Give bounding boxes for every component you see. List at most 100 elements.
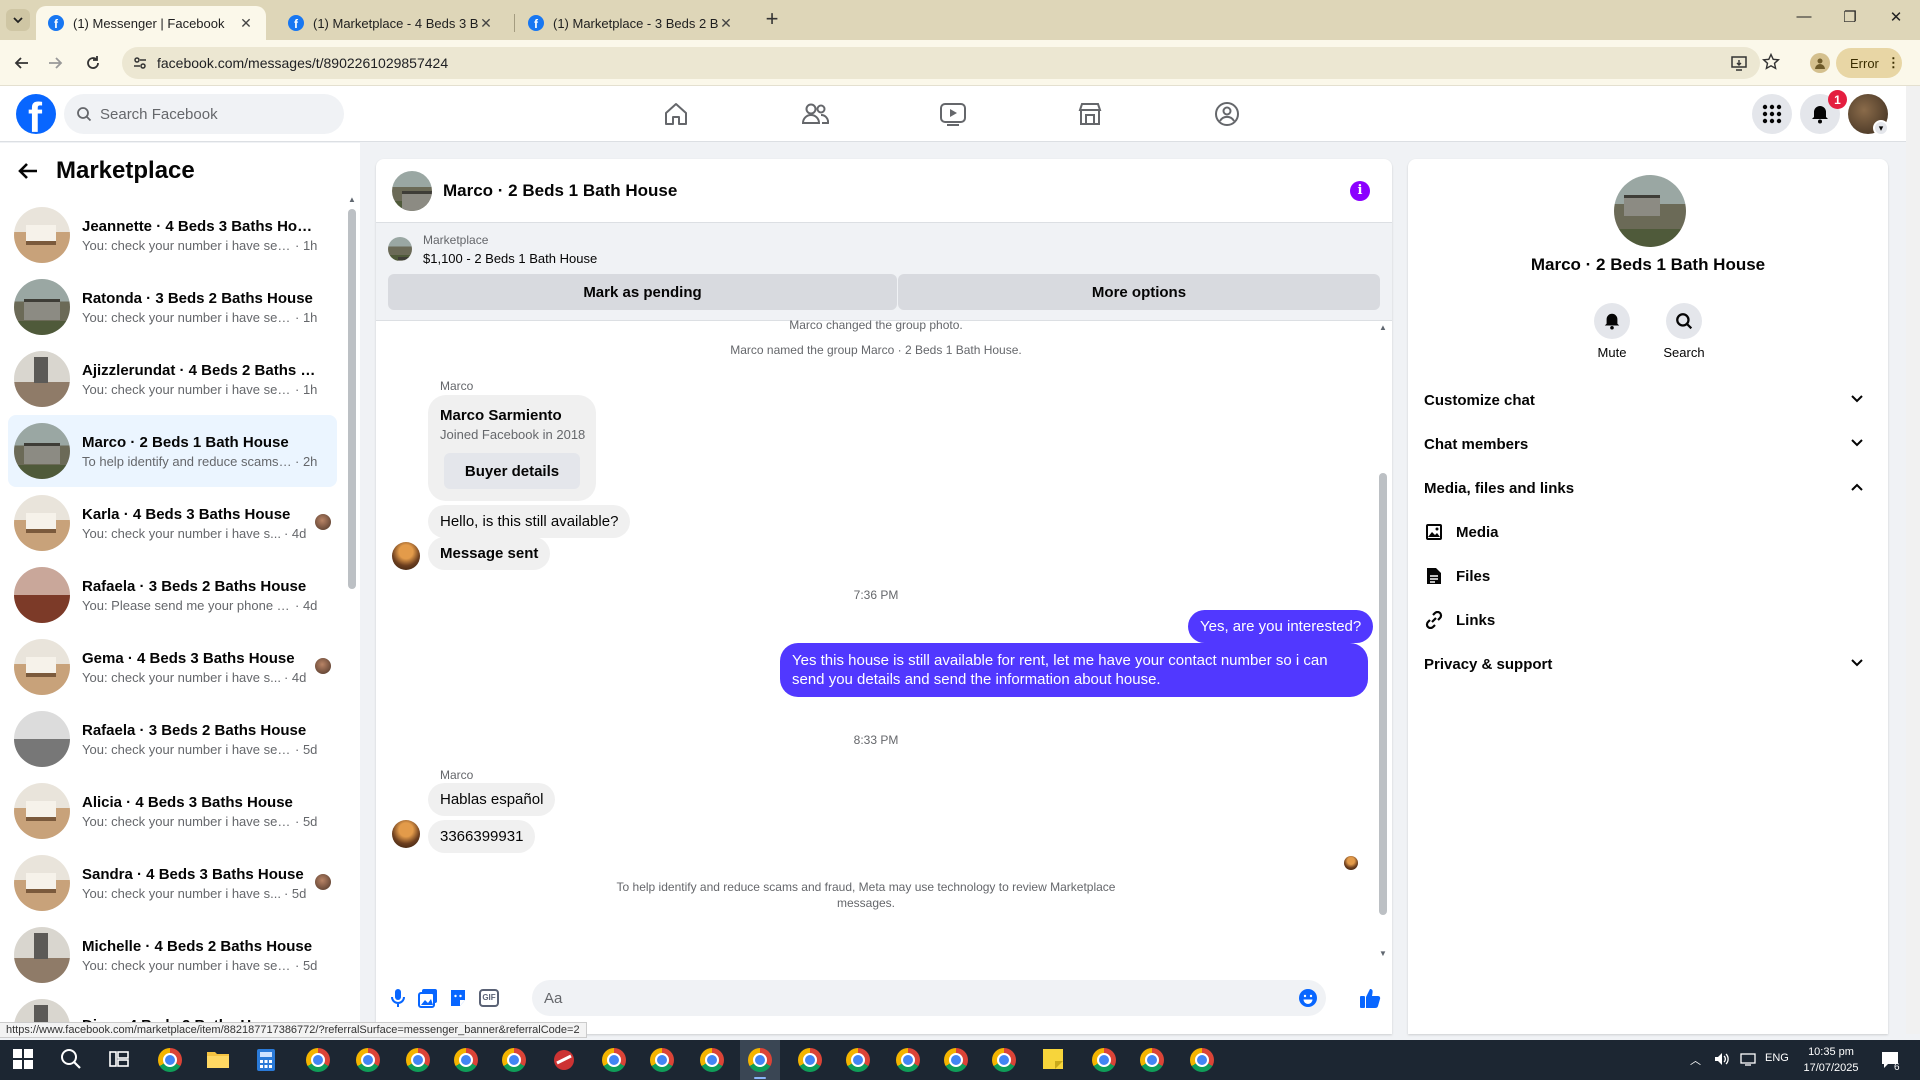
conversation-item[interactable]: Sandra · 4 Beds 3 Baths House You: check …	[8, 847, 337, 919]
conversation-item[interactable]: Rafaela · 3 Beds 2 Baths House You: Pleas…	[8, 559, 337, 631]
chrome-taskbar-icon[interactable]	[896, 1048, 920, 1072]
incoming-message[interactable]: 3366399931	[428, 820, 536, 853]
taskbar-clock[interactable]: 10:35 pm 17/07/2025	[1786, 1044, 1876, 1076]
nav-marketplace-icon[interactable]	[1074, 98, 1106, 130]
chrome-taskbar-icon[interactable]	[306, 1048, 330, 1072]
back-button[interactable]	[9, 50, 35, 76]
gif-icon[interactable]: GIF	[477, 986, 501, 1010]
sticker-icon[interactable]	[446, 986, 470, 1010]
page-scrollbar[interactable]	[1906, 86, 1920, 1034]
chrome-taskbar-icon[interactable]	[454, 1048, 478, 1072]
scroll-up-arrow-icon[interactable]: ▲	[1379, 323, 1387, 332]
nav-video-icon[interactable]	[937, 98, 969, 130]
files-item[interactable]: Files	[1424, 554, 1872, 598]
more-options-button[interactable]: More options	[898, 274, 1380, 310]
chrome-taskbar-icon[interactable]	[650, 1048, 674, 1072]
chrome-taskbar-icon[interactable]	[1092, 1048, 1116, 1072]
nav-gaming-icon[interactable]	[1211, 98, 1243, 130]
restore-button[interactable]: ❐	[1828, 8, 1872, 32]
chrome-taskbar-icon[interactable]	[356, 1048, 380, 1072]
bookmark-star-icon[interactable]	[1762, 53, 1780, 71]
conversation-item[interactable]: Gema · 4 Beds 3 Baths House You: check yo…	[8, 631, 337, 703]
conversation-avatar[interactable]	[1614, 175, 1686, 247]
browser-tab-marketplace-2[interactable]: f (1) Marketplace - 3 Beds 2 Bath ✕	[516, 6, 746, 40]
chrome-taskbar-icon[interactable]	[992, 1048, 1016, 1072]
volume-icon[interactable]	[1714, 1052, 1730, 1066]
conversation-list-scrollbar[interactable]	[348, 209, 356, 589]
privacy-support-section[interactable]: Privacy & support	[1424, 642, 1872, 686]
listing-title[interactable]: $1,100 - 2 Beds 1 Bath House	[423, 251, 597, 266]
close-window-button[interactable]: ✕	[1874, 8, 1918, 32]
nav-friends-icon[interactable]	[799, 98, 831, 130]
scroll-up-arrow-icon[interactable]: ▲	[348, 195, 356, 204]
emoji-icon[interactable]	[1298, 988, 1318, 1008]
tab-search-button[interactable]	[6, 9, 30, 31]
chrome-taskbar-icon[interactable]	[158, 1048, 182, 1072]
incoming-message[interactable]: Message sent	[428, 537, 551, 570]
chrome-taskbar-icon[interactable]	[502, 1048, 526, 1072]
incoming-message[interactable]: Hello, is this still available?	[428, 505, 631, 538]
menu-grid-button[interactable]	[1752, 94, 1792, 134]
photo-attach-icon[interactable]	[416, 986, 440, 1010]
thumbs-up-icon[interactable]	[1358, 986, 1382, 1010]
scrollbar-thumb[interactable]	[1379, 473, 1387, 915]
scroll-down-arrow-icon[interactable]: ▼	[1379, 949, 1387, 958]
file-explorer-icon[interactable]	[206, 1048, 230, 1072]
conversation-item[interactable]: Alicia · 4 Beds 3 Baths House You: check …	[8, 775, 337, 847]
mark-as-pending-button[interactable]: Mark as pending	[388, 274, 897, 310]
search-input[interactable]	[100, 105, 320, 123]
conversation-item[interactable]: Jeannette · 4 Beds 3 Baths House You: che…	[8, 199, 337, 271]
chrome-taskbar-icon[interactable]	[846, 1048, 870, 1072]
chat-title[interactable]: Marco · 2 Beds 1 Bath House	[443, 181, 677, 201]
search-conversation-button[interactable]: Search	[1654, 303, 1714, 360]
message-input[interactable]	[544, 989, 1284, 1007]
chrome-taskbar-icon[interactable]	[700, 1048, 724, 1072]
sticky-notes-icon[interactable]	[1042, 1048, 1066, 1072]
conversation-item[interactable]: Rafaela · 3 Beds 2 Baths House You: check…	[8, 703, 337, 775]
chrome-taskbar-icon[interactable]	[406, 1048, 430, 1072]
buyer-name[interactable]: Marco Sarmiento	[440, 407, 562, 424]
site-info-icon[interactable]	[132, 55, 148, 71]
tab-close-icon[interactable]: ✕	[478, 15, 494, 32]
conversation-item[interactable]: Michelle · 4 Beds 2 Baths House You: chec…	[8, 919, 337, 991]
microphone-icon[interactable]	[386, 986, 410, 1010]
tray-overflow-chevron-icon[interactable]: ︿	[1690, 1052, 1701, 1068]
chrome-taskbar-icon[interactable]	[1190, 1048, 1214, 1072]
outgoing-message[interactable]: Yes, are you interested?	[1188, 610, 1374, 643]
sender-avatar[interactable]	[392, 542, 420, 570]
network-icon[interactable]	[1740, 1052, 1756, 1066]
task-view-icon[interactable]	[108, 1048, 132, 1072]
browser-tab-messenger[interactable]: f (1) Messenger | Facebook ✕	[36, 6, 266, 40]
minimize-button[interactable]: —	[1782, 8, 1826, 32]
reload-button[interactable]	[80, 50, 106, 76]
links-item[interactable]: Links	[1424, 598, 1872, 642]
incoming-message[interactable]: Hablas español	[428, 783, 556, 816]
conversation-item[interactable]: Karla · 4 Beds 3 Baths House You: check y…	[8, 487, 337, 559]
chrome-taskbar-icon[interactable]	[748, 1048, 772, 1072]
forward-button[interactable]	[42, 50, 68, 76]
chat-members-section[interactable]: Chat members	[1424, 422, 1872, 466]
media-item[interactable]: Media	[1424, 510, 1872, 554]
message-input-field[interactable]	[532, 980, 1326, 1016]
outgoing-message[interactable]: Yes this house is still available for re…	[780, 643, 1368, 697]
back-arrow-icon[interactable]	[18, 162, 38, 180]
chrome-taskbar-icon[interactable]	[602, 1048, 626, 1072]
app-taskbar-icon[interactable]	[552, 1048, 576, 1072]
profile-icon[interactable]	[1810, 53, 1830, 73]
buyer-details-button[interactable]: Buyer details	[444, 453, 580, 489]
facebook-logo[interactable]: f	[16, 94, 56, 134]
mute-button[interactable]: Mute	[1582, 303, 1642, 360]
tab-close-icon[interactable]: ✕	[718, 15, 734, 32]
chat-avatar[interactable]	[392, 170, 432, 211]
chrome-taskbar-icon[interactable]	[944, 1048, 968, 1072]
conversation-item[interactable]: Ratonda · 3 Beds 2 Baths House You: check…	[8, 271, 337, 343]
facebook-search[interactable]	[64, 94, 344, 134]
media-files-links-section[interactable]: Media, files and links	[1424, 466, 1872, 510]
marketplace-listing-banner[interactable]: Marketplace $1,100 - 2 Beds 1 Bath House…	[376, 223, 1392, 321]
nav-home-icon[interactable]	[660, 98, 692, 130]
browser-tab-marketplace-1[interactable]: f (1) Marketplace - 4 Beds 3 Bath ✕	[276, 6, 506, 40]
install-app-icon[interactable]	[1730, 54, 1748, 72]
chrome-taskbar-icon[interactable]	[798, 1048, 822, 1072]
address-bar[interactable]: facebook.com/messages/t/8902261029857424	[122, 47, 1760, 79]
windows-start-icon[interactable]	[12, 1048, 36, 1072]
